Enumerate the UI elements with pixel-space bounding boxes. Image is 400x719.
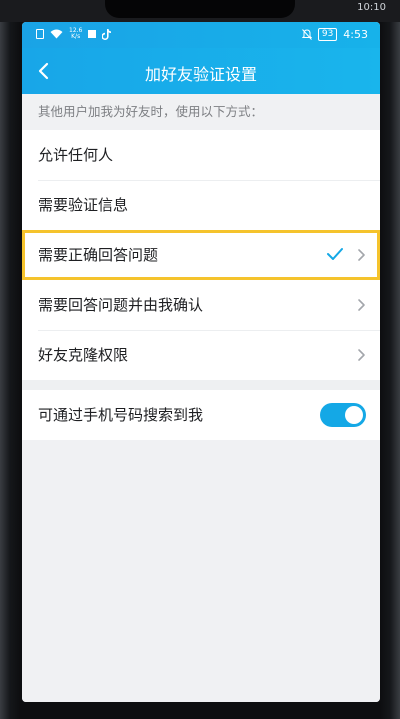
camera-notch — [105, 0, 295, 18]
sim-icon — [36, 29, 44, 39]
verification-options-list: 允许任何人 需要验证信息 需要正确回答问题 需要回答问题并由我确认 好友克隆权限 — [22, 130, 380, 380]
option-label: 允许任何人 — [38, 146, 114, 164]
chevron-right-icon — [358, 299, 365, 311]
option-correct-answer[interactable]: 需要正确回答问题 — [22, 230, 380, 280]
section-header: 其他用户加我为好友时，使用以下方式： — [22, 94, 380, 130]
checkmark-icon — [327, 248, 343, 260]
option-label: 需要回答问题并由我确认 — [38, 296, 204, 314]
empty-area — [22, 440, 380, 702]
phone-search-toggle[interactable] — [320, 403, 366, 427]
status-bar: 12.6 K/s 93 4:53 — [22, 22, 380, 48]
option-answer-and-confirm[interactable]: 需要回答问题并由我确认 — [22, 280, 380, 330]
option-require-verification[interactable]: 需要验证信息 — [22, 180, 380, 230]
wifi-icon — [50, 29, 63, 39]
battery-level: 93 — [317, 28, 338, 41]
screen: 12.6 K/s 93 4:53 加好友验证设置 其他用户加我为好友时，使用以下… — [22, 22, 380, 702]
chevron-right-icon — [358, 249, 365, 261]
status-time: 4:53 — [343, 28, 368, 41]
page-title: 加好友验证设置 — [144, 65, 257, 84]
option-label: 好友克隆权限 — [38, 346, 129, 364]
nav-bar: 加好友验证设置 — [22, 48, 380, 94]
section-divider — [22, 380, 380, 390]
option-allow-anyone[interactable]: 允许任何人 — [22, 130, 380, 180]
phone-frame: 10:10 12.6 K/s 93 4:53 加好友验证设置 其他用户加我为好友… — [0, 0, 400, 719]
network-speed: 12.6 K/s — [69, 27, 83, 40]
toggle-knob — [345, 406, 363, 424]
phone-search-label: 可通过手机号码搜索到我 — [38, 406, 204, 424]
notification-square-icon — [88, 30, 97, 38]
tiktok-icon — [102, 28, 112, 40]
bell-muted-icon — [301, 29, 312, 40]
chevron-right-icon — [358, 349, 365, 361]
option-label: 需要验证信息 — [38, 196, 129, 214]
phone-search-setting: 可通过手机号码搜索到我 — [22, 390, 380, 440]
option-friend-clone-permission[interactable]: 好友克隆权限 — [22, 330, 380, 380]
device-time: 10:10 — [357, 2, 386, 13]
option-label: 需要正确回答问题 — [38, 246, 159, 264]
